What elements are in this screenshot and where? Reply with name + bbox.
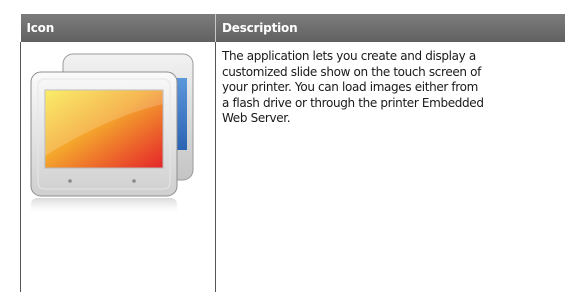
table-row: The application lets you create and disp… — [20, 42, 565, 292]
column-header-icon: Icon — [20, 14, 216, 42]
table-header-row: Icon Description — [20, 14, 565, 42]
column-header-description: Description — [215, 14, 565, 42]
page: Icon Description The application lets yo… — [0, 0, 565, 292]
icon-cell — [20, 42, 216, 292]
description-cell: The application lets you create and disp… — [215, 42, 565, 292]
icon-container — [21, 42, 216, 292]
application-info-table: Icon Description The application lets yo… — [20, 14, 565, 292]
slideshow-screens-icon — [30, 53, 194, 216]
description-text: The application lets you create and disp… — [222, 49, 484, 125]
